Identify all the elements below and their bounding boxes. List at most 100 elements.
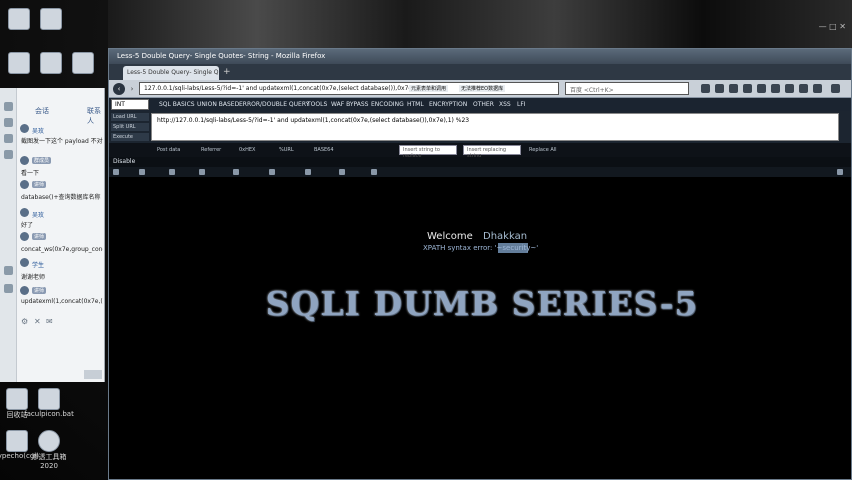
avatar bbox=[20, 124, 29, 133]
desktop-icon[interactable] bbox=[38, 430, 60, 452]
referrer-checkbox[interactable]: Referrer bbox=[201, 147, 221, 153]
menu-icon[interactable] bbox=[831, 84, 840, 93]
sync-icon[interactable] bbox=[771, 84, 780, 93]
mail-icon[interactable]: ✉ bbox=[46, 317, 53, 326]
star-icon[interactable] bbox=[701, 84, 710, 93]
desktop-icon[interactable] bbox=[6, 430, 28, 452]
desktop-icon[interactable] bbox=[40, 52, 62, 74]
message-text: 截图发一下这个 payload 不对 bbox=[21, 138, 103, 145]
options-icon[interactable] bbox=[837, 169, 843, 175]
view-source-icon[interactable] bbox=[371, 169, 377, 175]
tab-conversations[interactable]: 会话 bbox=[35, 106, 49, 116]
hackbar-menu-item[interactable]: OTHER bbox=[473, 101, 494, 108]
chat-icon[interactable] bbox=[4, 102, 13, 111]
url-encode-button[interactable]: %URL bbox=[279, 147, 294, 153]
bookmark-link[interactable]: 元素表单和调用 bbox=[409, 85, 449, 92]
message-sender: 吴玫 bbox=[32, 128, 45, 135]
search-input[interactable]: 百度 <Ctrl+K> bbox=[565, 82, 689, 95]
desktop-icon-label: faculpicon.bat bbox=[24, 410, 74, 418]
chat-panel: 会话 联系人 吴玫 截图发一下这个 payload 不对 群成员 看一下 讲师 … bbox=[0, 88, 105, 382]
browser-tab[interactable]: Less-5 Double Query- Single Quotes- Stri… bbox=[123, 66, 219, 80]
hackbar-options: Post data Referrer 0xHEX %URL BASE64 Ins… bbox=[109, 143, 851, 159]
window-title: Less-5 Double Query- Single Quotes- Stri… bbox=[117, 52, 326, 60]
member-tag: 讲师 bbox=[32, 287, 47, 294]
window-controls[interactable]: — □ ✕ bbox=[819, 22, 846, 31]
images-icon[interactable] bbox=[169, 169, 175, 175]
download-icon[interactable] bbox=[729, 84, 738, 93]
welcome-name: Dhakkan bbox=[483, 231, 528, 242]
desktop-wallpaper-strip: — □ ✕ bbox=[108, 0, 852, 48]
page-banner: SQLI DUMB SERIES-5 bbox=[265, 284, 699, 323]
pocket-icon[interactable] bbox=[757, 84, 766, 93]
reader-icon[interactable] bbox=[715, 84, 724, 93]
css-icon[interactable] bbox=[113, 169, 119, 175]
back-button[interactable]: ‹ bbox=[113, 83, 125, 95]
hackbar-menu-item[interactable]: HTML bbox=[407, 101, 424, 108]
desktop-icon[interactable] bbox=[72, 52, 94, 74]
home-icon[interactable] bbox=[743, 84, 752, 93]
avatar bbox=[20, 286, 29, 295]
hackbar-menu-item[interactable]: XSS bbox=[499, 101, 511, 108]
replace-source-input[interactable]: Insert string to replace bbox=[399, 145, 457, 159]
hackbar-url-input[interactable]: http://127.0.0.1/sqli-labs/Less-5/?id=-1… bbox=[151, 113, 839, 141]
member-tag: 群成员 bbox=[32, 157, 52, 164]
navigation-bar: ‹ › 127.0.0.1/sqli-labs/Less-5/?id=-1' a… bbox=[109, 80, 851, 98]
forms-icon[interactable] bbox=[139, 169, 145, 175]
browser-window: Less-5 Double Query- Single Quotes- Stri… bbox=[108, 48, 852, 480]
desktop-icon[interactable] bbox=[8, 8, 30, 30]
avatar bbox=[20, 208, 29, 217]
desktop-icon[interactable] bbox=[38, 388, 60, 410]
message-text: database()+查询数据库名称 bbox=[21, 194, 101, 201]
disable-menu[interactable]: Disable bbox=[113, 158, 135, 165]
hackbar-menu-item[interactable]: ENCRYPTION bbox=[429, 101, 467, 108]
hackbar-menu-item[interactable]: UNION BASED bbox=[197, 101, 239, 108]
hackbar-select[interactable]: INT bbox=[111, 99, 149, 110]
info-icon[interactable] bbox=[199, 169, 205, 175]
hackbar-menu-item[interactable]: TOOLS bbox=[307, 101, 327, 108]
misc-icon[interactable] bbox=[233, 169, 239, 175]
desktop: — □ ✕ 会话 联系人 吴玫 截图发一下这个 payload 不对 群成员 看… bbox=[0, 0, 852, 480]
addon-icon[interactable] bbox=[785, 84, 794, 93]
new-tab-icon[interactable]: + bbox=[223, 67, 231, 77]
replace-all-button[interactable]: Replace All bbox=[529, 147, 557, 153]
message-sender: 吴玫 bbox=[32, 212, 45, 219]
hackbar-menu-item[interactable]: LFI bbox=[517, 101, 526, 108]
desktop-icon[interactable] bbox=[40, 8, 62, 30]
mail-icon[interactable] bbox=[4, 284, 13, 293]
message-text: concat_ws(0x7e,group_concat) bbox=[21, 246, 103, 253]
execute-button[interactable]: Execute bbox=[111, 133, 149, 141]
music-icon[interactable] bbox=[4, 266, 13, 275]
replace-target-input[interactable]: Insert replacing string bbox=[463, 145, 521, 159]
bookmark-link[interactable]: 无法推荐EO数据库 bbox=[459, 85, 506, 92]
group-icon[interactable] bbox=[4, 134, 13, 143]
message-text: updatexml(1,concat(0x7e,(select bbox=[21, 298, 103, 305]
tools-icon[interactable] bbox=[339, 169, 345, 175]
message-text: 好了 bbox=[21, 222, 34, 229]
hex-button[interactable]: 0xHEX bbox=[239, 147, 255, 153]
tools-icon[interactable]: ✕ bbox=[34, 317, 41, 326]
forward-button[interactable]: › bbox=[126, 83, 138, 95]
settings-icon[interactable]: ⚙ bbox=[21, 317, 28, 326]
web-developer-icons bbox=[109, 167, 851, 177]
base64-button[interactable]: BASE64 bbox=[314, 147, 334, 153]
hackbar-menu-item[interactable]: WAF BYPASS bbox=[331, 101, 368, 108]
resize-icon[interactable] bbox=[305, 169, 311, 175]
contacts-icon[interactable] bbox=[4, 118, 13, 127]
hackbar-menu-item[interactable]: SQL BASICS bbox=[159, 101, 195, 108]
tab-bar: Less-5 Double Query- Single Quotes- Stri… bbox=[109, 64, 851, 80]
screenshot-icon[interactable] bbox=[799, 84, 808, 93]
hackbar-menu-item[interactable]: ENCODING bbox=[371, 101, 404, 108]
extension-icon[interactable] bbox=[813, 84, 822, 93]
outline-icon[interactable] bbox=[269, 169, 275, 175]
desktop-icon[interactable] bbox=[8, 52, 30, 74]
hackbar-menu-item[interactable]: ERROR/DOUBLE QUERY bbox=[239, 101, 309, 108]
chat-input-button[interactable] bbox=[84, 370, 102, 379]
desktop-icon[interactable] bbox=[6, 388, 28, 410]
load-url-button[interactable]: Load URL bbox=[111, 113, 149, 121]
tab-contacts[interactable]: 联系人 bbox=[87, 106, 104, 126]
page-content: Welcome Dhakkan XPATH syntax error: '~se… bbox=[109, 199, 851, 479]
files-icon[interactable] bbox=[4, 150, 13, 159]
avatar bbox=[20, 258, 29, 267]
split-url-button[interactable]: Split URL bbox=[111, 123, 149, 131]
post-data-checkbox[interactable]: Post data bbox=[157, 147, 180, 153]
